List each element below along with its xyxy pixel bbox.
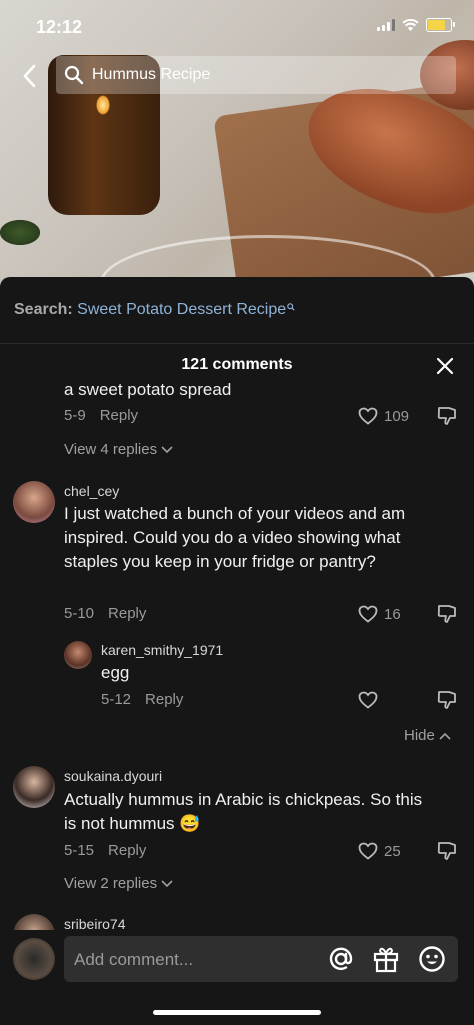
hide-replies-button[interactable]: Hide xyxy=(404,727,451,744)
like-button[interactable] xyxy=(358,691,384,709)
thumbs-down-icon xyxy=(437,842,456,860)
search-icon xyxy=(64,65,84,85)
heart-icon xyxy=(358,407,378,425)
like-button[interactable]: 25 xyxy=(358,842,401,860)
search-icon xyxy=(287,303,295,311)
like-count: 16 xyxy=(384,605,401,623)
comments-list[interactable]: a sweet potato spread 5-9 Reply 109 View … xyxy=(0,378,474,930)
avatar[interactable] xyxy=(64,641,92,669)
comment-meta: 5-10 Reply xyxy=(64,605,146,622)
gift-icon[interactable] xyxy=(372,945,400,973)
comment-username[interactable]: soukaina.dyouri xyxy=(64,768,162,784)
reply-button[interactable]: Reply xyxy=(108,842,146,859)
comment-input[interactable]: Add comment... xyxy=(64,936,458,982)
hide-label: Hide xyxy=(404,727,435,744)
emoji-icon[interactable] xyxy=(418,945,446,973)
dislike-button[interactable] xyxy=(437,406,457,431)
heart-icon xyxy=(358,605,378,623)
dislike-button[interactable] xyxy=(437,604,457,629)
reply-button[interactable]: Reply xyxy=(100,407,138,424)
search-bar[interactable]: Hummus Recipe xyxy=(56,56,456,94)
close-icon xyxy=(436,357,454,375)
comment-username[interactable]: karen_smithy_1971 xyxy=(101,642,223,658)
suggestion-term[interactable]: Sweet Potato Dessert Recipe xyxy=(77,301,286,318)
reply-button[interactable]: Reply xyxy=(145,691,183,708)
comment-date: 5-10 xyxy=(64,605,95,622)
comment-text: egg xyxy=(101,663,130,682)
status-bar: 12:12 xyxy=(0,0,474,50)
comment-date: 5-12 xyxy=(101,691,132,708)
home-indicator[interactable] xyxy=(153,1010,321,1015)
like-count: 109 xyxy=(384,407,410,425)
back-button[interactable] xyxy=(16,60,42,92)
chevron-down-icon xyxy=(161,880,173,888)
thumbs-down-icon xyxy=(437,691,456,709)
comment-text: I just watched a bunch of your videos an… xyxy=(64,504,406,571)
close-button[interactable] xyxy=(434,355,456,377)
dislike-button[interactable] xyxy=(437,841,457,866)
like-button[interactable]: 109 xyxy=(358,407,409,425)
comment-text: a sweet potato spread xyxy=(64,380,232,399)
comment-meta: 5-15 Reply xyxy=(64,842,146,859)
search-query: Hummus Recipe xyxy=(92,66,211,83)
reply-button[interactable]: Reply xyxy=(108,605,146,622)
signal-icon xyxy=(377,19,395,31)
clock: 12:12 xyxy=(36,17,83,37)
mention-icon[interactable] xyxy=(327,945,355,973)
avatar[interactable] xyxy=(13,766,55,808)
like-button[interactable]: 16 xyxy=(358,605,401,623)
comment-username[interactable]: chel_cey xyxy=(64,483,119,499)
thumbs-down-icon xyxy=(437,605,456,623)
avatar[interactable] xyxy=(13,914,55,930)
divider xyxy=(0,343,474,344)
avatar[interactable] xyxy=(13,481,55,523)
comment-meta: 5-9 Reply xyxy=(64,407,138,424)
thumbs-down-icon xyxy=(437,407,456,425)
heart-icon xyxy=(358,842,378,860)
suggestion-prefix: Search: xyxy=(14,301,73,318)
heart-icon xyxy=(358,691,378,709)
view-replies-button[interactable]: View 2 replies xyxy=(64,875,173,892)
view-replies-label: View 4 replies xyxy=(64,441,158,458)
view-replies-button[interactable]: View 4 replies xyxy=(64,441,173,458)
like-count: 25 xyxy=(384,842,401,860)
comment-text: Actually hummus in Arabic is chickpeas. … xyxy=(64,790,423,833)
search-suggestion[interactable]: Search: Sweet Potato Dessert Recipe xyxy=(14,301,295,319)
dislike-button[interactable] xyxy=(437,690,457,715)
chevron-up-icon xyxy=(439,732,451,740)
chevron-left-icon xyxy=(23,64,36,88)
comments-count-title: 121 comments xyxy=(181,356,293,373)
comment-placeholder: Add comment... xyxy=(74,950,194,969)
view-replies-label: View 2 replies xyxy=(64,875,158,892)
avatar[interactable] xyxy=(13,938,55,980)
herb-image xyxy=(0,220,40,245)
battery-icon xyxy=(426,18,455,32)
comment-date: 5-15 xyxy=(64,842,95,859)
comment-meta: 5-12 Reply xyxy=(101,691,183,708)
chevron-down-icon xyxy=(161,446,173,454)
wifi-icon xyxy=(402,18,419,31)
comment-date: 5-9 xyxy=(64,407,86,424)
comment-username[interactable]: sribeiro74 xyxy=(64,916,125,930)
